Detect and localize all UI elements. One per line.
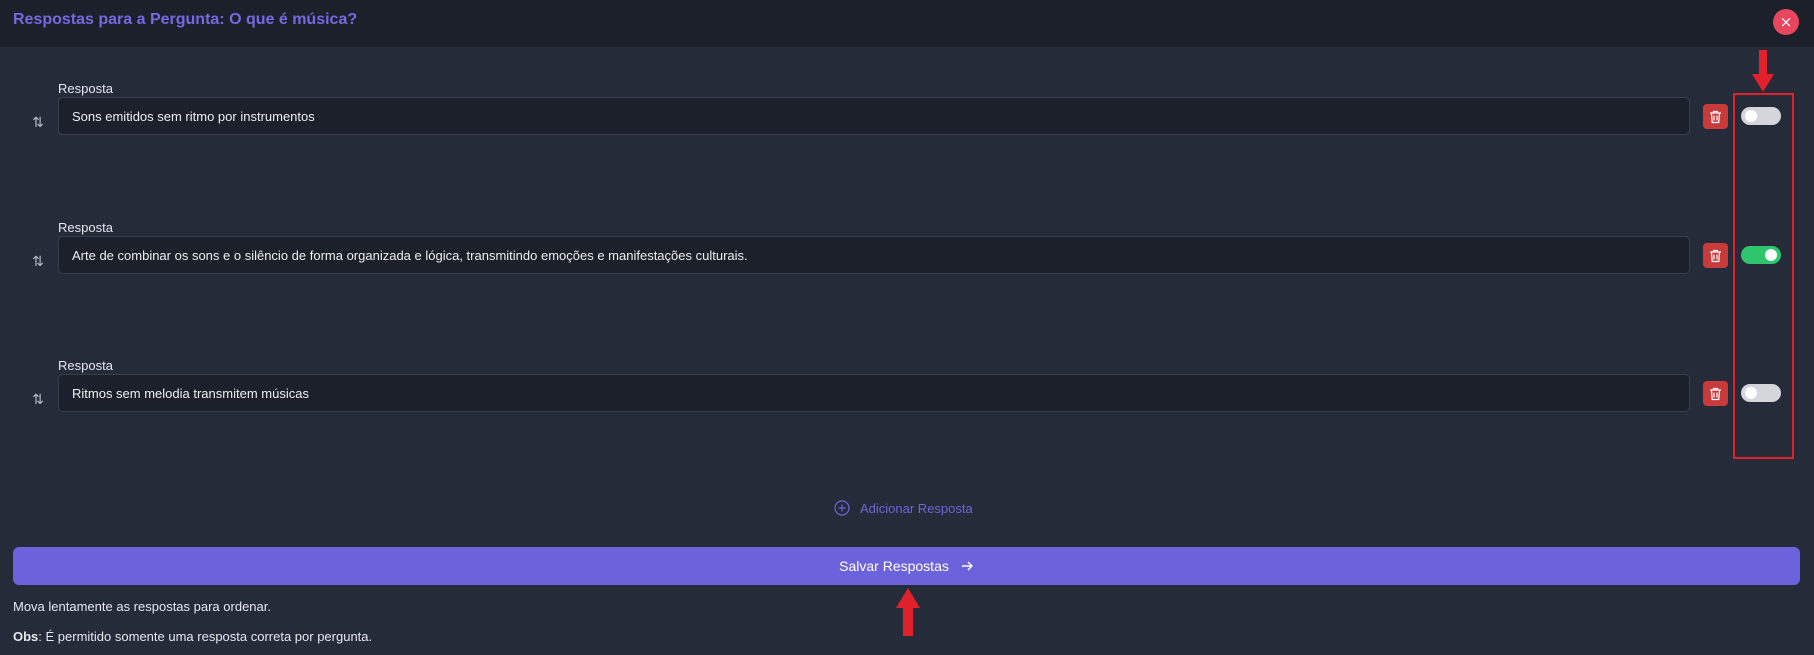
sort-arrows-icon[interactable]: ⇅ bbox=[29, 391, 47, 409]
help-text: Mova lentamente as respostas para ordena… bbox=[13, 599, 271, 614]
close-button[interactable]: × bbox=[1773, 9, 1799, 35]
answer-row: Resposta ⇅ bbox=[0, 358, 1814, 458]
obs-note: Obs: É permitido somente uma resposta co… bbox=[13, 629, 372, 644]
answer-row: Resposta ⇅ bbox=[0, 220, 1814, 320]
delete-answer-button[interactable] bbox=[1703, 381, 1728, 406]
answer-input[interactable] bbox=[58, 374, 1690, 412]
delete-answer-button[interactable] bbox=[1703, 104, 1728, 129]
sort-arrows-icon[interactable]: ⇅ bbox=[29, 114, 47, 132]
answer-label: Resposta bbox=[58, 358, 113, 373]
delete-answer-button[interactable] bbox=[1703, 243, 1728, 268]
answer-row: Resposta ⇅ bbox=[0, 81, 1814, 181]
answer-input[interactable] bbox=[58, 236, 1690, 274]
save-answers-label: Salvar Respostas bbox=[839, 558, 949, 574]
close-icon: × bbox=[1779, 13, 1793, 31]
obs-text: : É permitido somente uma resposta corre… bbox=[38, 629, 373, 644]
trash-icon bbox=[1710, 110, 1721, 123]
add-answer-button[interactable]: Adicionar Resposta bbox=[834, 499, 973, 517]
answer-input[interactable] bbox=[58, 97, 1690, 135]
annotation-highlight-box bbox=[1733, 93, 1794, 459]
trash-icon bbox=[1710, 387, 1721, 400]
plus-circle-icon bbox=[834, 500, 850, 516]
obs-prefix: Obs bbox=[13, 629, 39, 644]
arrow-right-icon bbox=[961, 561, 973, 571]
answer-label: Resposta bbox=[58, 220, 113, 235]
save-answers-button[interactable]: Salvar Respostas bbox=[13, 547, 1800, 585]
add-answer-label: Adicionar Resposta bbox=[860, 500, 973, 516]
modal-header: Respostas para a Pergunta: O que é músic… bbox=[0, 0, 1814, 47]
answer-label: Resposta bbox=[58, 81, 113, 96]
trash-icon bbox=[1710, 249, 1721, 262]
modal-title: Respostas para a Pergunta: O que é músic… bbox=[13, 11, 358, 28]
sort-arrows-icon[interactable]: ⇅ bbox=[29, 253, 47, 271]
annotation-arrow-down bbox=[1752, 50, 1774, 92]
annotation-arrow-up bbox=[896, 588, 920, 636]
